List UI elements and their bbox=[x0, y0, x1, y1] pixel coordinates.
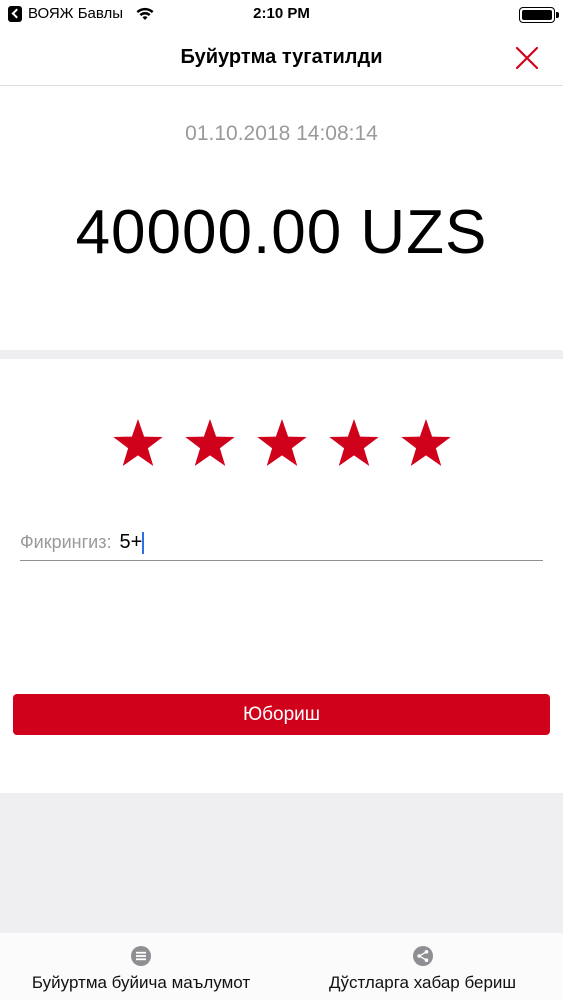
star-icon[interactable] bbox=[112, 418, 164, 470]
order-summary: 01.10.2018 14:08:14 40000.00 UZS bbox=[0, 87, 563, 350]
status-bar: ВОЯЖ Бавлы 2:10 PM bbox=[0, 0, 563, 30]
star-rating[interactable] bbox=[0, 418, 563, 470]
bottom-tab-bar: Буйуртма буйича маълумот Дўстларга хабар… bbox=[0, 933, 563, 1000]
battery-icon bbox=[519, 7, 559, 23]
list-icon bbox=[131, 946, 151, 966]
status-time: 2:10 PM bbox=[253, 5, 310, 22]
order-amount: 40000.00 UZS bbox=[75, 198, 488, 267]
nav-bar: Буйуртма тугатилди bbox=[0, 30, 563, 86]
feedback-input[interactable]: 5+ bbox=[120, 531, 143, 554]
star-icon[interactable] bbox=[328, 418, 380, 470]
share-icon bbox=[412, 946, 433, 966]
tab-order-details[interactable]: Буйуртма буйича маълумот bbox=[0, 945, 282, 993]
tab-share[interactable]: Дўстларга хабар бериш bbox=[282, 945, 563, 993]
tab-label: Буйуртма буйича маълумот bbox=[31, 973, 251, 992]
feedback-field[interactable]: Фикрингиз: 5+ bbox=[20, 525, 543, 561]
tab-label: Дўстларга хабар бериш bbox=[328, 973, 517, 992]
order-datetime: 01.10.2018 14:08:14 bbox=[185, 122, 378, 145]
star-icon[interactable] bbox=[256, 418, 308, 470]
star-icon[interactable] bbox=[400, 418, 452, 470]
close-icon[interactable] bbox=[511, 42, 543, 74]
text-caret bbox=[142, 531, 145, 554]
page-title: Буйуртма тугатилди bbox=[180, 46, 383, 68]
section-divider bbox=[0, 350, 563, 359]
star-icon[interactable] bbox=[184, 418, 236, 470]
empty-area bbox=[0, 793, 563, 933]
feedback-label: Фикрингиз: bbox=[20, 532, 112, 552]
send-button[interactable]: Юбориш bbox=[13, 694, 550, 735]
